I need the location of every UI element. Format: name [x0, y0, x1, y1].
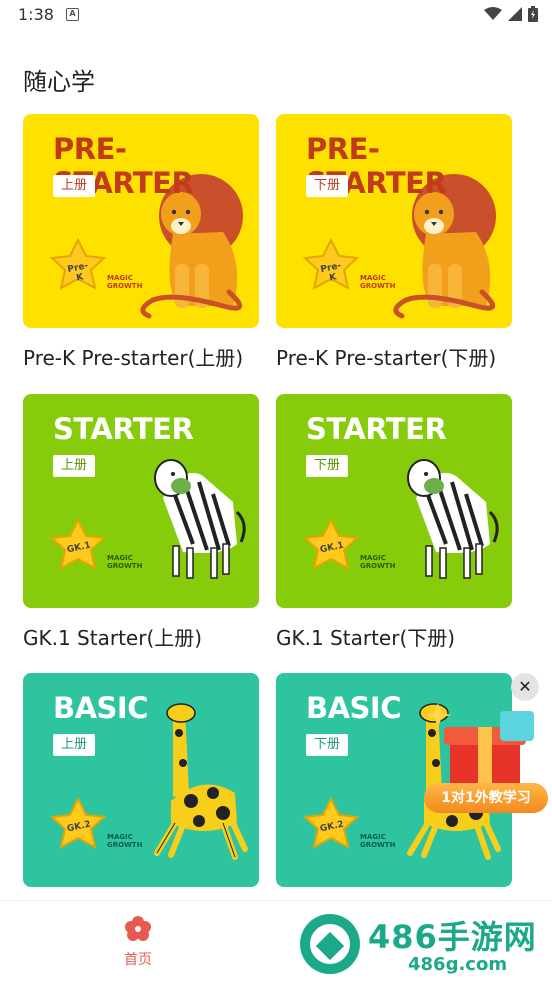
- brand-mark: MAGIC GROWTH: [107, 554, 143, 570]
- course-level: STARTER: [306, 412, 447, 446]
- brand-mark: MAGIC GROWTH: [360, 833, 396, 849]
- course-card[interactable]: PRE-STARTER 下册 Pre-K MAGIC GROWTH Pre-K P…: [276, 114, 512, 370]
- watermark-url: 486g.com: [408, 954, 508, 975]
- course-title: Pre-K Pre-starter(上册): [23, 346, 244, 370]
- brand-mark: MAGIC GROWTH: [360, 274, 396, 290]
- course-card[interactable]: STARTER 上册 GK.1 MAGIC GROWTH GK.1 Starter…: [23, 394, 259, 650]
- signal-icon: [508, 7, 522, 21]
- course-title: Pre-K Pre-starter(下册): [276, 346, 497, 370]
- nav-home-label: 首页: [124, 952, 152, 968]
- section-title: 随心学: [23, 68, 95, 96]
- course-cover[interactable]: STARTER 下册 GK.1 MAGIC GROWTH: [276, 394, 512, 608]
- course-cover[interactable]: PRE-STARTER 下册 Pre-K MAGIC GROWTH: [276, 114, 512, 328]
- site-watermark: 486手游网 486g.com: [298, 910, 552, 978]
- course-card[interactable]: STARTER 下册 GK.1 MAGIC GROWTH GK.1 Starter…: [276, 394, 512, 650]
- wifi-icon: [484, 7, 502, 20]
- promo-close-button[interactable]: ✕: [511, 673, 539, 701]
- promo-label[interactable]: 1对1外教学习: [424, 783, 548, 813]
- course-title: GK.1 Starter(下册): [276, 626, 456, 650]
- status-bar: 1:38 A: [0, 0, 552, 32]
- battery-icon: [528, 6, 538, 22]
- brand-mark: MAGIC GROWTH: [107, 274, 143, 290]
- course-volume-tag: 下册: [306, 175, 349, 197]
- course-card[interactable]: BASIC 上册 GK.2 MAGIC GROWTH: [23, 673, 259, 887]
- course-cover[interactable]: BASIC 上册 GK.2 MAGIC GROWTH: [23, 673, 259, 887]
- promo-widget[interactable]: ✕ 1对1外教学习: [420, 673, 552, 823]
- course-cover[interactable]: STARTER 上册 GK.1 MAGIC GROWTH: [23, 394, 259, 608]
- status-time: 1:38: [18, 5, 54, 24]
- course-level: BASIC: [306, 691, 402, 725]
- brand-mark: MAGIC GROWTH: [360, 554, 396, 570]
- nav-home[interactable]: 首页: [110, 915, 166, 969]
- course-card[interactable]: PRE-STARTER 上册 Pre-K MAGIC GROWTH Pre-K P…: [23, 114, 259, 370]
- brand-mark: MAGIC GROWTH: [107, 833, 143, 849]
- course-level: BASIC: [53, 691, 149, 725]
- course-volume-tag: 下册: [306, 734, 349, 756]
- course-title: GK.1 Starter(上册): [23, 626, 203, 650]
- course-volume-tag: 下册: [306, 455, 349, 477]
- watermark-title: 486手游网: [368, 918, 537, 956]
- a-icon: A: [66, 8, 79, 21]
- course-volume-tag: 上册: [53, 455, 96, 477]
- course-level: STARTER: [53, 412, 194, 446]
- home-flower-icon: [125, 916, 151, 941]
- course-cover[interactable]: PRE-STARTER 上册 Pre-K MAGIC GROWTH: [23, 114, 259, 328]
- course-volume-tag: 上册: [53, 734, 96, 756]
- watermark-logo-icon: [300, 914, 360, 974]
